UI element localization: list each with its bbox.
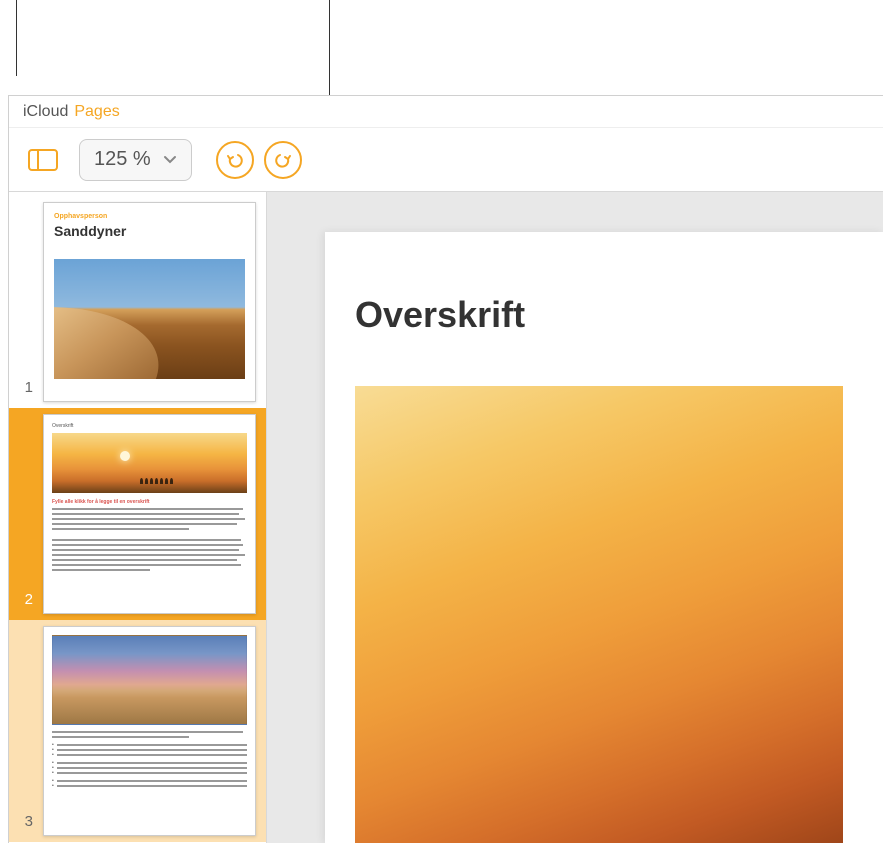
redo-button[interactable]: [264, 141, 302, 179]
thumb1-title: Sanddyner: [54, 223, 245, 239]
page-thumbnail-1[interactable]: Opphavsperson Sanddyner: [43, 202, 256, 402]
zoom-value: 125 %: [94, 148, 151, 171]
view-sidebar-button[interactable]: [23, 142, 63, 178]
silhouette: [140, 478, 218, 486]
thumb2-image: [52, 433, 247, 493]
page-thumbnail-2[interactable]: Overskrift Fylle alle klikk for å legge …: [43, 414, 256, 614]
sidebar-icon: [28, 148, 58, 172]
thumb2-heading: Overskrift: [52, 423, 247, 429]
titlebar: iCloud Pages: [9, 96, 883, 128]
thumb1-tag: Opphavsperson: [54, 213, 245, 220]
callout-line-1: [16, 0, 17, 76]
document-canvas[interactable]: Overskrift: [267, 192, 883, 843]
undo-icon: [225, 150, 245, 170]
thumb3-bullets: [52, 744, 247, 787]
page-heading[interactable]: Overskrift: [355, 294, 843, 336]
chevron-down-icon: [163, 155, 177, 165]
page-number: 1: [15, 379, 33, 402]
page-number: 2: [15, 591, 33, 614]
page-hero-image[interactable]: [355, 386, 843, 843]
zoom-select[interactable]: 125 %: [79, 139, 192, 181]
thumb3-body: [52, 731, 247, 738]
page-number: 3: [15, 813, 33, 836]
thumb2-subhead: Fylle alle klikk for å legge til en over…: [52, 499, 247, 505]
document-page[interactable]: Overskrift: [325, 232, 883, 843]
redo-icon: [273, 150, 293, 170]
thumbnail-row-2[interactable]: 2 Overskrift Fylle alle klikk for å legg…: [9, 408, 266, 620]
thumb1-image: [54, 259, 245, 379]
thumbnail-row-3[interactable]: 3: [9, 620, 266, 842]
undo-redo-group: [216, 141, 302, 179]
thumb2-body: [52, 508, 247, 608]
page-thumbnail-3[interactable]: [43, 626, 256, 836]
content-area: 1 Opphavsperson Sanddyner 2 Overskrift: [9, 192, 883, 843]
thumbnail-sidebar: 1 Opphavsperson Sanddyner 2 Overskrift: [9, 192, 267, 843]
undo-button[interactable]: [216, 141, 254, 179]
icloud-label: iCloud: [23, 103, 68, 121]
app-name: Pages: [74, 103, 119, 121]
toolbar: 125 %: [9, 128, 883, 192]
app-window: iCloud Pages 125 %: [8, 95, 883, 843]
thumb3-image: [52, 635, 247, 725]
thumbnail-row-1[interactable]: 1 Opphavsperson Sanddyner: [9, 196, 266, 408]
